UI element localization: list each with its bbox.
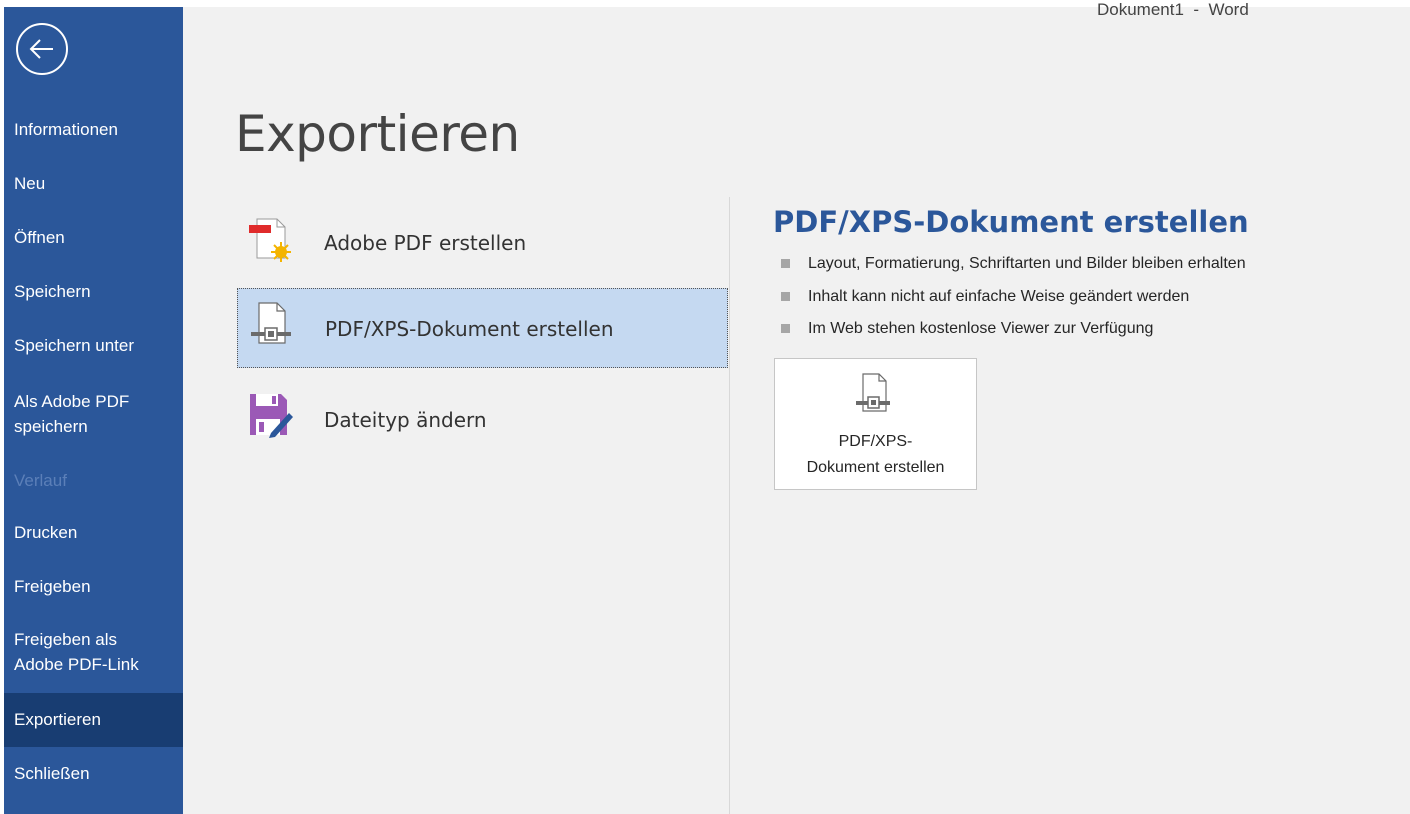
bullet-square-icon bbox=[781, 292, 790, 301]
pdf-xps-document-icon bbox=[251, 302, 291, 344]
nav-item-oeffnen[interactable]: Öffnen bbox=[4, 227, 183, 249]
bullet-square-icon bbox=[781, 259, 790, 268]
back-arrow-icon bbox=[29, 39, 53, 59]
nav-item-exportieren[interactable]: Exportieren bbox=[4, 693, 183, 747]
option-adobe-pdf-erstellen[interactable]: Adobe PDF erstellen bbox=[237, 202, 728, 282]
main-panel: Dokument1 - Word Exportieren Adobe PDF e… bbox=[183, 0, 1410, 814]
change-file-type-icon bbox=[250, 394, 293, 438]
nav-item-freigeben[interactable]: Freigeben bbox=[4, 576, 183, 598]
nav-item-speichern[interactable]: Speichern bbox=[4, 281, 183, 303]
bullet-square-icon bbox=[781, 324, 790, 333]
option-pdf-xps-dokument-erstellen[interactable]: PDF/XPS-Dokument erstellen bbox=[237, 288, 728, 368]
option-label: PDF/XPS-Dokument erstellen bbox=[325, 317, 614, 341]
option-dateityp-aendern[interactable]: Dateityp ändern bbox=[237, 379, 728, 459]
nav-item-schliessen[interactable]: Schließen bbox=[4, 763, 183, 785]
nav-item-neu[interactable]: Neu bbox=[4, 173, 183, 195]
nav-item-freigeben-als-adobe-pdf-link[interactable]: Freigeben als Adobe PDF-Link bbox=[4, 627, 183, 677]
option-label: Adobe PDF erstellen bbox=[324, 231, 527, 255]
create-button-label: PDF/XPS- Dokument erstellen bbox=[806, 433, 945, 476]
page-title: Exportieren bbox=[235, 105, 520, 163]
sidebar: Informationen Neu Öffnen Speichern Speic… bbox=[4, 7, 183, 814]
option-label: Dateityp ändern bbox=[324, 408, 487, 432]
back-button[interactable] bbox=[16, 23, 68, 75]
nav-item-speichern-unter[interactable]: Speichern unter bbox=[4, 335, 183, 357]
adobe-pdf-icon bbox=[249, 218, 291, 262]
nav-item-informationen[interactable]: Informationen bbox=[4, 119, 183, 141]
bullet-text: Im Web stehen kostenlose Viewer zur Verf… bbox=[808, 320, 1154, 337]
bullet-text: Layout, Formatierung, Schriftarten und B… bbox=[808, 255, 1246, 272]
detail-title: PDF/XPS-Dokument erstellen bbox=[773, 205, 1249, 239]
nav-item-drucken[interactable]: Drucken bbox=[4, 522, 183, 544]
nav-item-verlauf: Verlauf bbox=[14, 471, 67, 490]
bullet-text: Inhalt kann nicht auf einfache Weise geä… bbox=[808, 288, 1190, 305]
create-pdf-xps-button[interactable]: PDF/XPS- Dokument erstellen bbox=[774, 358, 977, 490]
pdf-xps-document-icon bbox=[856, 373, 890, 412]
vertical-divider bbox=[729, 197, 730, 814]
window-title: Dokument1 - Word bbox=[1097, 0, 1249, 19]
nav-item-als-adobe-pdf-speichern[interactable]: Als Adobe PDF speichern bbox=[4, 389, 183, 439]
